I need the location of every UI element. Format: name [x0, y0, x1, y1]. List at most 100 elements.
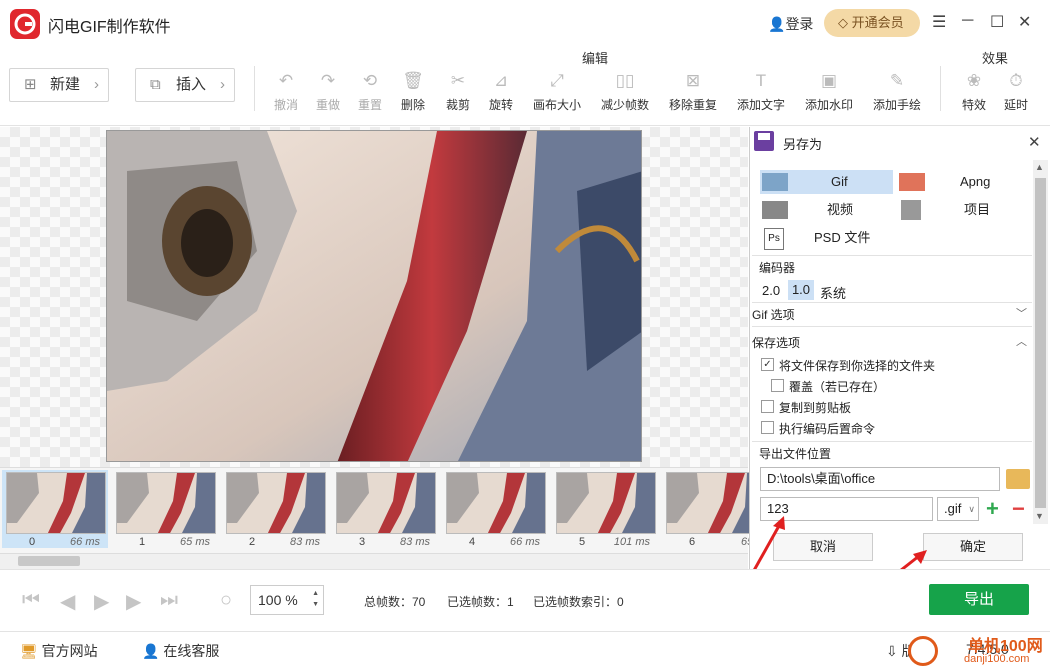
remove-icon[interactable]: −: [1012, 497, 1025, 521]
last-frame-icon[interactable]: ⏭: [160, 589, 178, 612]
chevron-down-icon[interactable]: ﹀: [1016, 305, 1027, 321]
tool-label: 添加文字: [736, 98, 785, 112]
folder-icon[interactable]: [1006, 469, 1030, 489]
gif-options-header[interactable]: Gif 选项: [752, 306, 795, 323]
encoder-2-0[interactable]: 2.0: [762, 283, 780, 298]
tool-label: 裁剪: [445, 98, 470, 112]
video-icon: [762, 201, 788, 219]
toolbar-separator: [940, 66, 941, 111]
format-psd[interactable]: Ps PSD 文件: [760, 226, 893, 250]
path-input[interactable]: D:\tools\桌面\office: [760, 467, 1000, 491]
tool-canvas-size[interactable]: ⤢ 画布大小: [529, 70, 585, 113]
frame-item[interactable]: 2 83 ms: [222, 470, 328, 548]
play-icon[interactable]: ▶: [94, 589, 109, 614]
gif-icon: [762, 173, 788, 191]
zoom-input[interactable]: 100 % ▲ ▼: [250, 585, 324, 615]
tool-add-text[interactable]: T 添加文字: [733, 70, 789, 113]
download-icon: ⇩: [886, 643, 898, 659]
rotate-icon: ⊿: [493, 71, 509, 90]
tool-label: 移除重复: [668, 98, 717, 112]
maximize-icon[interactable]: ☐: [990, 12, 1004, 32]
close-panel-icon[interactable]: ✕: [1028, 133, 1041, 151]
zoom-icon[interactable]: ○: [220, 589, 232, 612]
scroll-up-icon[interactable]: ▲: [1035, 162, 1044, 172]
minimize-icon[interactable]: ─: [962, 12, 973, 30]
tool-reduce-frames[interactable]: ▯▯ 减少帧数: [597, 70, 653, 113]
save-folder-checkbox[interactable]: ✓: [761, 358, 774, 371]
frame-number: 2: [248, 536, 256, 548]
command-checkbox[interactable]: [761, 421, 774, 434]
delay-icon: ⏱: [1009, 71, 1023, 90]
save-disk-icon: [754, 131, 774, 151]
frame-thumbnail: [336, 472, 436, 534]
first-frame-icon[interactable]: ⏮: [22, 589, 40, 612]
scrollbar-thumb[interactable]: [1035, 178, 1046, 508]
chevron-up-icon[interactable]: ︿: [1016, 333, 1027, 349]
frame-item[interactable]: 1 65 ms: [112, 470, 218, 548]
format-apng[interactable]: Apng: [897, 170, 1030, 194]
scroll-down-icon[interactable]: ▼: [1035, 511, 1044, 521]
save-options-header[interactable]: 保存选项: [752, 334, 800, 351]
frame-item[interactable]: 4 66 ms: [442, 470, 548, 548]
frame-duration: 83 ms: [290, 536, 320, 548]
insert-icon: ⧉: [150, 76, 161, 93]
diamond-icon: ◇: [838, 15, 852, 30]
watermark-url: danji100.com: [964, 653, 1030, 665]
export-location-label: 导出文件位置: [759, 447, 832, 461]
horizontal-scrollbar[interactable]: [0, 553, 748, 569]
cancel-button[interactable]: 取消: [773, 533, 873, 561]
toolbar: ⊞ 新建 › ⧉ 插入 › 编辑 效果 ↶ 撤消 ↷ 重做 ⟲ 重置 🗑 删除 ✂ 裁剪 ⊿ 旋转 ⤢ 画…: [0, 46, 1050, 126]
zoom-stepper-icon[interactable]: ▲ ▼: [312, 588, 319, 610]
export-button[interactable]: 导出: [929, 584, 1029, 615]
overwrite-checkbox[interactable]: [771, 379, 784, 392]
frame-strip: 0 66 ms 1 65 ms 2 83 ms 3 83 ms 4 66 ms 5 101 ms 6 65…: [0, 467, 766, 553]
selected-frames: 已选帧数：1: [447, 595, 514, 609]
insert-button[interactable]: ⧉ 插入 ›: [135, 68, 235, 102]
app-title: 闪电GIF制作软件: [48, 19, 171, 36]
tool-add-watermark[interactable]: ▣ 添加水印: [801, 70, 857, 113]
vip-button[interactable]: ◇ 开通会员: [824, 9, 920, 37]
add-drawing-icon: ✎: [889, 71, 905, 90]
prev-frame-icon[interactable]: ◀: [60, 589, 75, 614]
frame-number: 3: [358, 536, 366, 548]
tool-label: 添加水印: [804, 98, 853, 112]
encoder-system[interactable]: 系统: [820, 283, 846, 302]
effect-group-label: 效果: [982, 51, 1009, 66]
tool-rotate[interactable]: ⊿ 旋转: [473, 70, 529, 113]
frame-thumbnail: [226, 472, 326, 534]
save-as-title: 另存为: [783, 137, 823, 152]
format-project[interactable]: 项目: [897, 198, 1030, 222]
menu-icon[interactable]: ☰: [932, 12, 946, 32]
tool-add-drawing[interactable]: ✎ 添加手绘: [869, 70, 925, 113]
frame-number: 4: [468, 536, 476, 548]
login-button[interactable]: 👤登录: [768, 14, 813, 34]
tool-delay[interactable]: ⏱ 延时: [988, 70, 1044, 113]
add-icon[interactable]: +: [986, 497, 999, 521]
website-link[interactable]: 🖥 官方网站: [20, 641, 98, 661]
frame-number: 0: [28, 536, 36, 548]
clipboard-checkbox[interactable]: [761, 400, 774, 413]
project-icon: [901, 200, 921, 220]
support-link[interactable]: 👤 在线客服: [142, 641, 219, 661]
format-video[interactable]: 视频: [760, 198, 893, 222]
tool-remove-duplicate[interactable]: ⊠ 移除重复: [665, 70, 721, 113]
frame-item[interactable]: 3 83 ms: [332, 470, 438, 548]
tool-label: 减少帧数: [600, 98, 649, 112]
filename-input[interactable]: 123: [760, 497, 933, 521]
close-window-icon[interactable]: ✕: [1018, 12, 1031, 32]
confirm-button[interactable]: 确定: [923, 533, 1023, 561]
format-gif[interactable]: Gif: [760, 170, 893, 194]
frame-item[interactable]: 0 66 ms: [2, 470, 108, 548]
new-button[interactable]: ⊞ 新建 ›: [9, 68, 109, 102]
next-frame-icon[interactable]: ▶: [126, 589, 141, 614]
scrollbar-thumb[interactable]: [18, 556, 80, 566]
frame-item[interactable]: 5 101 ms: [552, 470, 658, 548]
frame-duration: 83 ms: [400, 536, 430, 548]
encoder-label: 编码器: [759, 261, 796, 275]
tool-label: 重置: [357, 98, 382, 112]
encoder-1-0[interactable]: 1.0: [788, 280, 814, 300]
extension-select[interactable]: .gif ∨: [937, 497, 979, 521]
tool-label: 添加手绘: [872, 98, 921, 112]
frame-thumbnail: [446, 472, 546, 534]
chevron-down-icon: ∨: [968, 504, 975, 514]
